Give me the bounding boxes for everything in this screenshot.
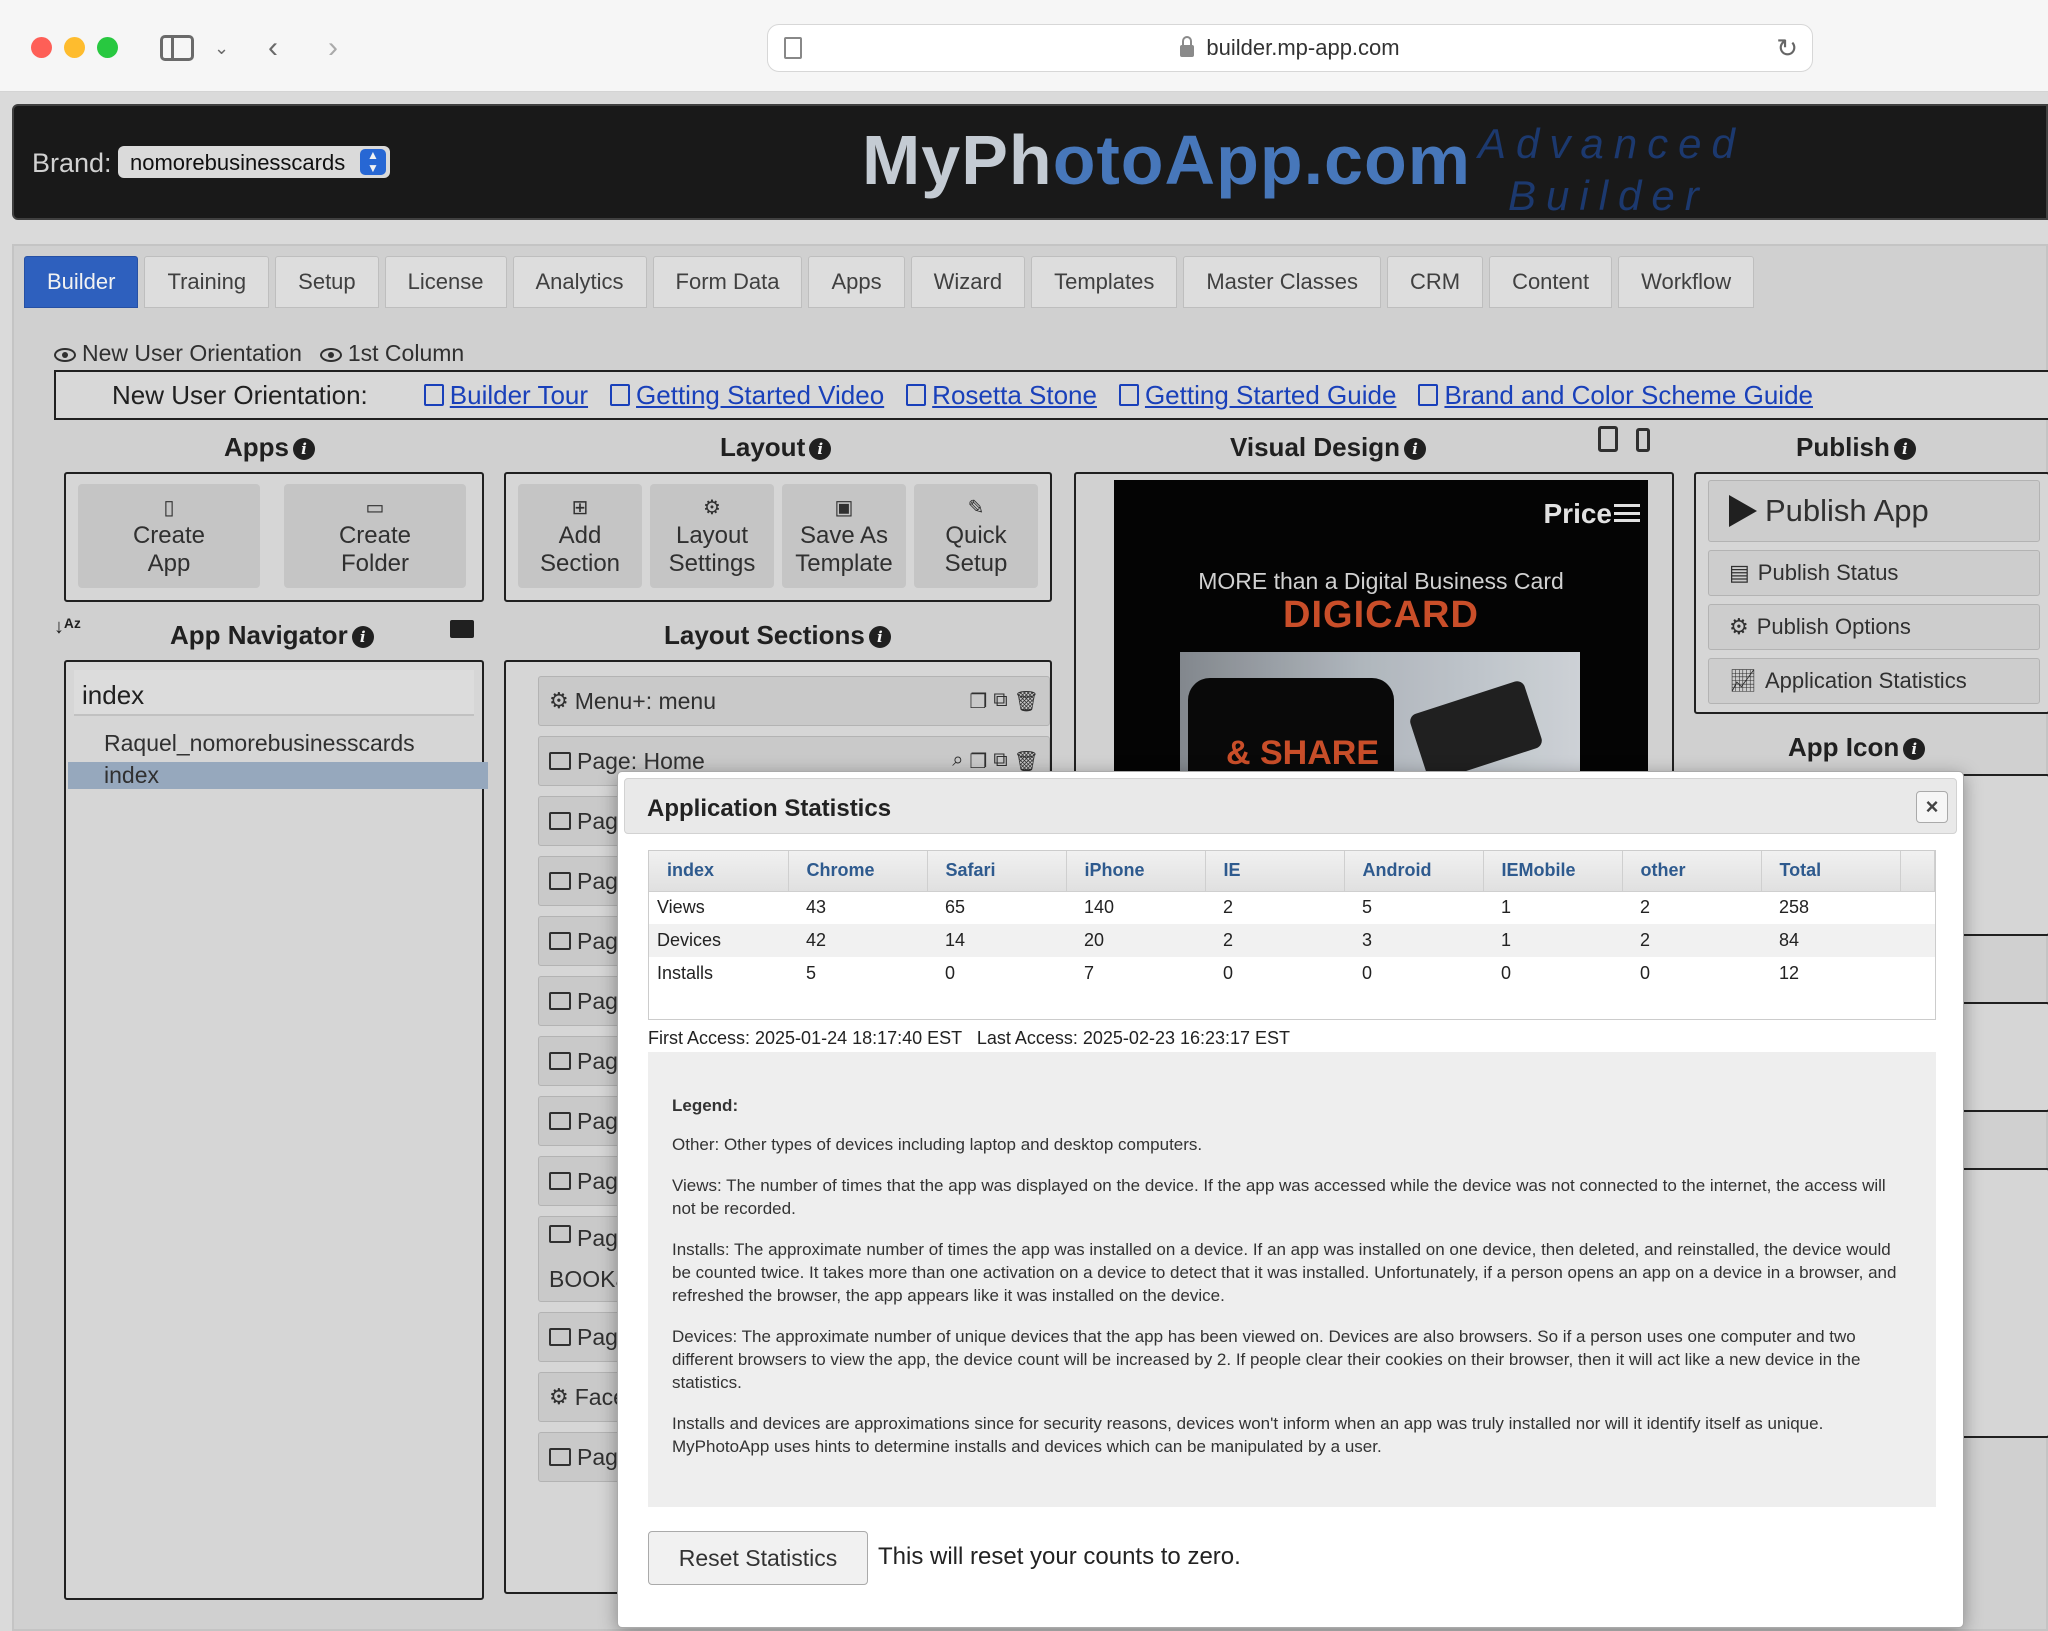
lock-icon	[1180, 36, 1195, 57]
legend-item: Views: The number of times that the app …	[672, 1176, 1886, 1218]
access-dates: First Access: 2025-01-24 18:17:40 EST La…	[648, 1028, 1291, 1048]
table-cell: Views	[657, 897, 705, 918]
column-header[interactable]: Total	[1761, 851, 1901, 892]
column-header[interactable]: Safari	[927, 851, 1067, 892]
column-header[interactable]: index	[649, 851, 789, 892]
table-cell: 0	[1640, 963, 1651, 983]
table-cell: 2	[1223, 897, 1234, 918]
table-cell	[1900, 924, 1935, 957]
minimize-window-button[interactable]	[64, 37, 85, 58]
table-cell: 12	[1779, 963, 1800, 983]
legend-title: Legend:	[672, 1096, 739, 1115]
close-icon[interactable]: ×	[1916, 791, 1948, 823]
legend-item: Devices: The approximate number of uniqu…	[672, 1327, 1861, 1392]
dialog-header: Application Statistics ×	[624, 778, 1957, 834]
table-cell: 14	[927, 924, 1066, 957]
zoom-window-button[interactable]	[97, 37, 118, 58]
column-header-spacer	[1900, 851, 1935, 892]
table-cell: Installs	[657, 963, 714, 983]
legend-panel: Legend: Other: Other types of devices in…	[648, 1052, 1936, 1507]
sidebar-toggle-icon[interactable]	[160, 35, 194, 61]
table-cell: 65	[945, 897, 966, 918]
url-text: builder.mp-app.com	[1206, 35, 1400, 60]
table-row: Views 43 65 140 2 5 1 2 258	[649, 891, 1935, 924]
table-cell: 140	[1084, 897, 1115, 918]
forward-arrow-icon[interactable]: ›	[328, 28, 338, 68]
table-cell: Devices	[649, 924, 788, 957]
table-cell: 0	[1362, 963, 1373, 983]
statistics-table: index Chrome Safari iPhone IE Android IE…	[649, 851, 1935, 990]
application-statistics-dialog: Application Statistics × index Chrome Sa…	[617, 771, 1964, 1628]
reload-icon[interactable]: ↻	[1776, 33, 1798, 64]
browser-toolbar: ⌄ ‹ › builder.mp-app.com ↻	[0, 0, 2048, 92]
chevron-down-icon[interactable]: ⌄	[214, 28, 229, 68]
column-header[interactable]: other	[1622, 851, 1762, 892]
column-header[interactable]: IE	[1205, 851, 1345, 892]
table-cell	[1900, 957, 1935, 990]
statistics-table-wrapper: index Chrome Safari iPhone IE Android IE…	[648, 850, 1936, 1020]
legend-item: Installs: The approximate number of time…	[672, 1240, 1897, 1305]
table-cell: 0	[1501, 963, 1512, 983]
table-cell: 0	[1223, 963, 1234, 983]
dialog-title: Application Statistics	[647, 795, 892, 822]
table-cell: 7	[1084, 963, 1095, 983]
table-cell: 1	[1483, 924, 1622, 957]
table-cell: 43	[806, 897, 827, 918]
table-cell: 5	[1362, 897, 1373, 918]
table-header-row: index Chrome Safari iPhone IE Android IE…	[649, 851, 1935, 892]
column-header[interactable]: Android	[1344, 851, 1484, 892]
legend-item: Other: Other types of devices including …	[672, 1135, 1203, 1154]
table-cell: 2	[1205, 924, 1344, 957]
table-cell: 1	[1501, 897, 1512, 918]
table-cell: 3	[1344, 924, 1483, 957]
column-header[interactable]: Chrome	[788, 851, 928, 892]
table-cell: 20	[1066, 924, 1205, 957]
table-row: Installs 5 0 7 0 0 0 0 12	[649, 957, 1935, 990]
table-cell	[1900, 891, 1935, 924]
table-cell: 42	[788, 924, 927, 957]
table-cell: 258	[1779, 897, 1810, 918]
legend-item: Installs and devices are approximations …	[672, 1414, 1824, 1456]
table-cell: 2	[1622, 924, 1761, 957]
back-arrow-icon[interactable]: ‹	[268, 28, 278, 68]
close-window-button[interactable]	[31, 37, 52, 58]
reset-note: This will reset your counts to zero.	[878, 1543, 1241, 1570]
table-cell: 0	[945, 963, 956, 983]
reset-statistics-button[interactable]: Reset Statistics	[648, 1531, 868, 1585]
table-cell: 84	[1761, 924, 1900, 957]
column-header[interactable]: iPhone	[1066, 851, 1206, 892]
page-icon	[784, 37, 802, 59]
column-header[interactable]: IEMobile	[1483, 851, 1623, 892]
address-bar[interactable]: builder.mp-app.com ↻	[767, 24, 1813, 72]
table-row: Devices 42 14 20 2 3 1 2 84	[649, 924, 1935, 957]
table-cell: 2	[1640, 897, 1651, 918]
table-cell: 5	[806, 963, 817, 983]
